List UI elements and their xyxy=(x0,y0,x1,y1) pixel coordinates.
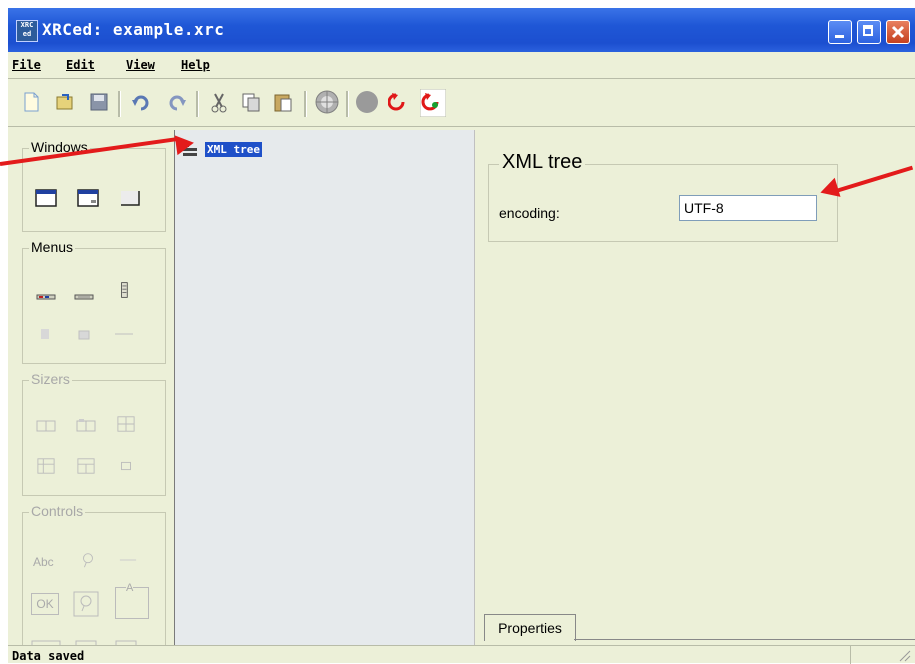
spacer-icon xyxy=(121,461,131,471)
properties-panel: XML tree encoding: Properties xyxy=(474,130,915,645)
choice-icon xyxy=(115,640,137,645)
resize-grip-icon[interactable] xyxy=(894,647,912,663)
grid-sizer-icon xyxy=(117,416,135,432)
static-text-icon: Abc xyxy=(33,555,54,569)
toolbar-separator xyxy=(196,91,199,117)
properties-title: XML tree xyxy=(499,151,586,174)
menu-file[interactable]: File xyxy=(12,58,41,72)
component-palette: Windows Menus Sizers Controls Abc OK A xyxy=(8,130,170,645)
windows-group: Windows xyxy=(22,139,166,232)
save-icon[interactable] xyxy=(88,91,110,113)
static-box-label: A xyxy=(126,582,134,594)
test-icon[interactable] xyxy=(354,89,380,115)
controls-group: Controls Abc OK A xyxy=(22,503,166,645)
toolbar xyxy=(8,83,915,125)
properties-box: XML tree encoding: xyxy=(488,151,838,242)
bitmap-icon xyxy=(83,553,93,568)
encoding-field[interactable] xyxy=(679,195,817,221)
encoding-label: encoding: xyxy=(499,205,560,221)
sizers-group: Sizers xyxy=(22,371,166,496)
open-file-icon[interactable] xyxy=(54,91,76,113)
cut-icon[interactable] xyxy=(208,91,230,113)
auto-refresh-icon[interactable] xyxy=(420,89,446,117)
undo-icon[interactable] xyxy=(130,91,152,113)
gridbag-sizer-icon xyxy=(77,458,95,474)
menus-group: Menus xyxy=(22,239,166,364)
close-icon xyxy=(891,25,905,39)
sizers-group-label: Sizers xyxy=(29,371,72,387)
xml-tree-panel[interactable]: XML tree xyxy=(174,130,475,645)
menubar-icon[interactable] xyxy=(35,285,57,303)
panel-icon[interactable] xyxy=(119,189,141,207)
minimize-button[interactable] xyxy=(828,20,852,44)
toolbar-separator xyxy=(346,91,349,117)
static-box-sizer-icon xyxy=(76,419,96,432)
menu-edit[interactable]: Edit xyxy=(66,58,95,72)
maximize-button[interactable] xyxy=(857,20,881,44)
title-bar[interactable]: XRC ed XRCed: example.xrc xyxy=(8,8,915,52)
status-text: Data saved xyxy=(12,649,85,663)
menu-item-icon xyxy=(41,329,49,339)
controls-group-label: Controls xyxy=(29,503,86,519)
menus-group-label: Menus xyxy=(29,239,76,255)
locate-icon[interactable] xyxy=(314,89,340,115)
tab-properties[interactable]: Properties xyxy=(484,614,576,641)
dialog-icon[interactable] xyxy=(77,189,99,207)
static-box-icon: A xyxy=(115,582,149,619)
toolbar-widget-icon[interactable] xyxy=(73,285,95,303)
flex-grid-sizer-icon xyxy=(37,458,55,474)
tree-root-label[interactable]: XML tree xyxy=(205,142,262,157)
new-file-icon[interactable] xyxy=(20,91,42,113)
toolbar-separator xyxy=(304,91,307,117)
redo-icon[interactable] xyxy=(166,91,188,113)
menu-icon[interactable] xyxy=(113,281,135,299)
app-icon: XRC ed xyxy=(16,20,38,42)
toolbar-separator xyxy=(118,91,121,117)
xrced-window: XRC ed XRCed: example.xrc File Edit View… xyxy=(8,8,915,664)
copy-icon[interactable] xyxy=(240,91,262,113)
combo-box-icon xyxy=(75,640,97,645)
menu-view[interactable]: View xyxy=(126,58,155,72)
status-bar: Data saved xyxy=(8,645,915,664)
window-title: XRCed: example.xrc xyxy=(42,20,225,39)
static-line-icon xyxy=(119,559,137,561)
frame-icon[interactable] xyxy=(35,189,57,207)
button-icon: OK xyxy=(31,593,59,615)
tool-icon xyxy=(78,330,90,340)
box-sizer-icon xyxy=(36,420,56,432)
separator-icon xyxy=(115,333,133,335)
annotation-arrowhead-tree xyxy=(174,132,196,156)
menu-help[interactable]: Help xyxy=(181,58,210,72)
refresh-icon[interactable] xyxy=(388,91,410,113)
bitmap-button-icon xyxy=(73,591,99,617)
close-button[interactable] xyxy=(886,20,910,44)
paste-icon[interactable] xyxy=(272,91,294,113)
text-ctrl-icon xyxy=(31,640,61,645)
menu-bar: File Edit View Help xyxy=(8,54,915,76)
